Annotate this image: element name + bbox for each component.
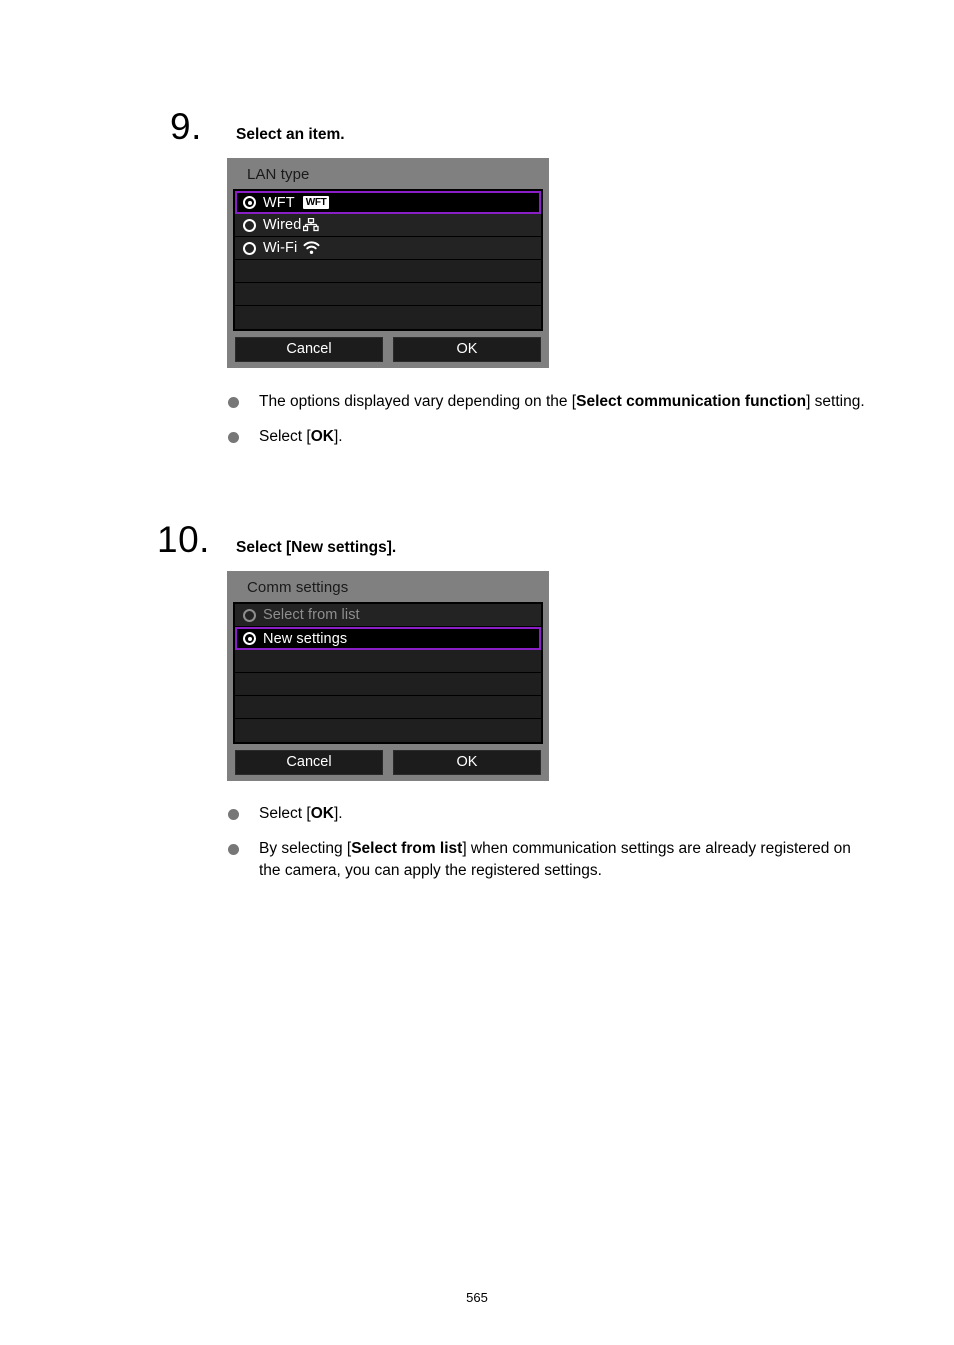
bullet-item: The options displayed vary depending on … [228,391,876,413]
step-heading: 9. Select an item. [0,108,954,145]
screen-title: Comm settings [247,579,349,596]
cancel-button[interactable]: Cancel [235,750,383,775]
screen-button-bar: Cancel OK [233,744,543,775]
list-item-label: Wi-Fi [263,240,298,256]
list-item-wifi[interactable]: Wi-Fi [235,237,541,260]
list-item-empty [235,719,541,742]
list-item-empty [235,650,541,673]
step-bullets: The options displayed vary depending on … [228,391,876,448]
camera-screen-lan-type: LAN type WFT WFT Wired Wi-Fi Cancel OK [227,158,549,368]
radio-unselected-icon [243,241,256,255]
cancel-button[interactable]: Cancel [235,337,383,362]
ok-button[interactable]: OK [393,750,541,775]
bullet-dot-icon [228,809,239,820]
list-item-wft[interactable]: WFT WFT [235,191,541,214]
radio-unselected-icon [243,608,256,622]
wifi-signal-icon [303,241,320,255]
step-number: 10. [157,519,210,560]
bullet-dot-icon [228,844,239,855]
option-list: WFT WFT Wired Wi-Fi [233,189,543,331]
bullet-dot-icon [228,432,239,443]
step-number: 9. [170,106,202,147]
list-item-label: WFT [263,194,295,211]
radio-selected-icon [243,196,256,209]
list-item-label: Wired [263,217,302,233]
step-title: Select [New settings]. [236,539,397,556]
wft-badge-icon: WFT [302,196,330,209]
manual-page: 9. Select an item. LAN type WFT WFT Wire… [0,0,954,1345]
page-number: 565 [466,1290,488,1305]
list-item-new-settings[interactable]: New settings [235,627,541,650]
step-bullets: Select [OK]. By selecting [Select from l… [228,803,876,882]
step-block-9: 9. Select an item. LAN type WFT WFT Wire… [0,108,954,461]
bullet-dot-icon [228,397,239,408]
list-item-empty [235,696,541,719]
list-item-label: Select from list [263,607,360,623]
screen-button-bar: Cancel OK [233,331,543,362]
list-item-label: New settings [263,630,348,647]
bullet-item: By selecting [Select from list] when com… [228,838,876,882]
bullet-text: By selecting [Select from list] when com… [259,840,851,879]
list-item-empty [235,260,541,283]
radio-selected-icon [243,632,256,645]
option-list: Select from list New settings [233,602,543,744]
list-item-wired[interactable]: Wired [235,214,541,237]
screen-title: LAN type [247,166,310,183]
wired-lan-icon [303,217,320,232]
bullet-item: Select [OK]. [228,426,876,448]
radio-unselected-icon [243,218,256,232]
bullet-text: Select [OK]. [259,805,343,822]
camera-screen-comm-settings: Comm settings Select from list New setti… [227,571,549,781]
list-item-select-from-list[interactable]: Select from list [235,604,541,627]
bullet-item: Select [OK]. [228,803,876,825]
step-title: Select an item. [236,126,345,143]
bullet-text: The options displayed vary depending on … [259,393,865,410]
list-item-empty [235,673,541,696]
step-block-10: 10. Select [New settings]. Comm settings… [0,521,954,895]
list-item-empty [235,306,541,329]
ok-button[interactable]: OK [393,337,541,362]
bullet-text: Select [OK]. [259,428,343,445]
step-heading: 10. Select [New settings]. [0,521,954,558]
list-item-empty [235,283,541,306]
